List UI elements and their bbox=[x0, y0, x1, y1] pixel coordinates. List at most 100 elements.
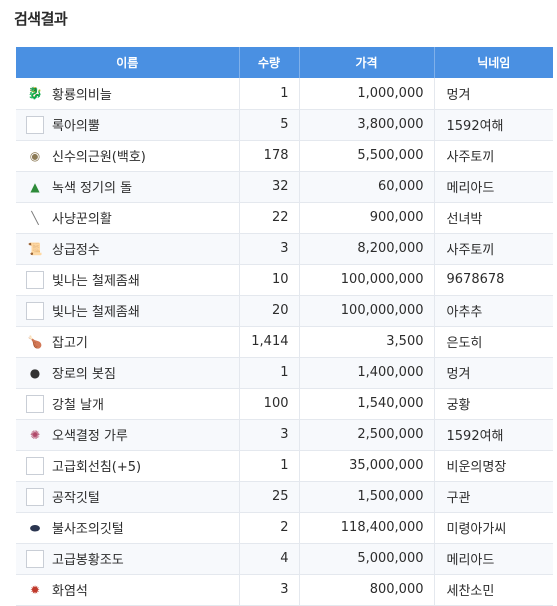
table-row[interactable]: 강철 날개 100 1,540,000 궁황 bbox=[16, 388, 553, 420]
item-price: 3,500 bbox=[299, 326, 435, 358]
table-row[interactable]: ✹ 화염석 3 800,000 세찬소민 bbox=[16, 574, 553, 606]
header-price[interactable]: 가격 bbox=[299, 47, 435, 78]
item-name-cell: 🍗 잡고기 bbox=[16, 326, 240, 358]
table-row[interactable]: 고급회선침(+5) 1 35,000,000 비운의명장 bbox=[16, 450, 553, 482]
item-name[interactable]: 오색결정 가루 bbox=[52, 429, 128, 444]
item-name-cell: ◉ 신수의근원(백호) bbox=[16, 140, 240, 172]
table-row[interactable]: ⬬ 불사조의깃털 2 118,400,000 미령아가씨 bbox=[16, 512, 553, 544]
scale-icon: 🐉 bbox=[27, 86, 43, 101]
item-quantity: 25 bbox=[239, 481, 300, 513]
seller-nickname[interactable]: 아추추 bbox=[434, 295, 553, 327]
item-quantity: 178 bbox=[239, 140, 300, 172]
table-row[interactable]: 빛나는 철제좀쇄 10 100,000,000 9678678 bbox=[16, 264, 553, 296]
item-quantity: 2 bbox=[239, 512, 300, 544]
empty-icon bbox=[26, 301, 44, 320]
item-price: 800,000 bbox=[299, 574, 435, 606]
item-name-cell: ⬬ 불사조의깃털 bbox=[16, 512, 240, 544]
item-name[interactable]: 화염석 bbox=[52, 584, 88, 599]
item-name[interactable]: 빛나는 철제좀쇄 bbox=[52, 274, 140, 289]
seller-nickname[interactable]: 비운의명장 bbox=[434, 450, 553, 482]
meat-icon: 🍗 bbox=[27, 334, 43, 349]
seller-nickname[interactable]: 1592여해 bbox=[434, 109, 553, 141]
item-name[interactable]: 녹색 정기의 돌 bbox=[52, 181, 132, 196]
item-name[interactable]: 공작깃털 bbox=[52, 491, 100, 506]
item-name-cell: 빛나는 철제좀쇄 bbox=[16, 264, 240, 296]
coin-icon: ◉ bbox=[29, 148, 41, 163]
item-name[interactable]: 장로의 봇짐 bbox=[52, 367, 116, 382]
item-name-cell: 고급회선침(+5) bbox=[16, 450, 240, 482]
table-row[interactable]: 📜 상급정수 3 8,200,000 사주토끼 bbox=[16, 233, 553, 265]
seller-nickname[interactable]: 멍겨 bbox=[434, 357, 553, 389]
table-header-row: 이름 수량 가격 닉네임 bbox=[16, 47, 553, 78]
item-quantity: 3 bbox=[239, 419, 300, 451]
table-row[interactable]: ▲ 녹색 정기의 돌 32 60,000 메리아드 bbox=[16, 171, 553, 203]
table-row[interactable]: 빛나는 철제좀쇄 20 100,000,000 아추추 bbox=[16, 295, 553, 327]
item-name[interactable]: 고급회선침(+5) bbox=[52, 460, 141, 475]
item-price: 900,000 bbox=[299, 202, 435, 234]
header-quantity[interactable]: 수량 bbox=[239, 47, 300, 78]
table-row[interactable]: 록아의뿔 5 3,800,000 1592여해 bbox=[16, 109, 553, 141]
item-name[interactable]: 잡고기 bbox=[52, 336, 88, 351]
item-name-cell: ● 장로의 봇짐 bbox=[16, 357, 240, 389]
empty-icon bbox=[26, 549, 44, 568]
header-name[interactable]: 이름 bbox=[16, 47, 240, 78]
item-price: 60,000 bbox=[299, 171, 435, 203]
seller-nickname[interactable]: 세찬소민 bbox=[434, 574, 553, 606]
empty-icon bbox=[26, 115, 44, 134]
seller-nickname[interactable]: 메리아드 bbox=[434, 543, 553, 575]
seller-nickname[interactable]: 1592여해 bbox=[434, 419, 553, 451]
table-row[interactable]: ✺ 오색결정 가루 3 2,500,000 1592여해 bbox=[16, 419, 553, 451]
item-name[interactable]: 황룡의비늘 bbox=[52, 88, 112, 103]
seller-nickname[interactable]: 사주토끼 bbox=[434, 233, 553, 265]
scroll-icon: 📜 bbox=[27, 241, 43, 256]
empty-icon bbox=[26, 456, 44, 475]
seller-nickname[interactable]: 9678678 bbox=[434, 264, 553, 296]
table-row[interactable]: 공작깃털 25 1,500,000 구관 bbox=[16, 481, 553, 513]
item-name-cell: ✺ 오색결정 가루 bbox=[16, 419, 240, 451]
item-name-cell: 공작깃털 bbox=[16, 481, 240, 513]
table-row[interactable]: 🐉 황룡의비늘 1 1,000,000 멍겨 bbox=[16, 78, 553, 110]
powder-icon: ✺ bbox=[29, 427, 41, 442]
item-price: 1,500,000 bbox=[299, 481, 435, 513]
item-name-cell: 고급봉황조도 bbox=[16, 543, 240, 575]
table-row[interactable]: ◉ 신수의근원(백호) 178 5,500,000 사주토끼 bbox=[16, 140, 553, 172]
table-row[interactable]: 고급봉황조도 4 5,000,000 메리아드 bbox=[16, 543, 553, 575]
item-name[interactable]: 불사조의깃털 bbox=[52, 522, 124, 537]
item-name[interactable]: 사냥꾼의활 bbox=[52, 212, 112, 227]
pouch-icon: ● bbox=[29, 365, 41, 380]
seller-nickname[interactable]: 멍겨 bbox=[434, 78, 553, 110]
item-price: 100,000,000 bbox=[299, 264, 435, 296]
item-name[interactable]: 빛나는 철제좀쇄 bbox=[52, 305, 140, 320]
page-title: 검색결과 bbox=[14, 10, 68, 28]
seller-nickname[interactable]: 은도히 bbox=[434, 326, 553, 358]
item-quantity: 1 bbox=[239, 78, 300, 110]
seller-nickname[interactable]: 메리아드 bbox=[434, 171, 553, 203]
table-row[interactable]: ╲ 사냥꾼의활 22 900,000 선녀박 bbox=[16, 202, 553, 234]
item-name[interactable]: 강철 날개 bbox=[52, 398, 104, 413]
seller-nickname[interactable]: 사주토끼 bbox=[434, 140, 553, 172]
item-name[interactable]: 고급봉황조도 bbox=[52, 553, 124, 568]
item-name[interactable]: 신수의근원(백호) bbox=[52, 150, 146, 165]
item-price: 1,540,000 bbox=[299, 388, 435, 420]
seller-nickname[interactable]: 선녀박 bbox=[434, 202, 553, 234]
empty-icon bbox=[26, 270, 44, 289]
table-row[interactable]: ● 장로의 봇짐 1 1,400,000 멍겨 bbox=[16, 357, 553, 389]
item-quantity: 3 bbox=[239, 574, 300, 606]
item-name-cell: 📜 상급정수 bbox=[16, 233, 240, 265]
seller-nickname[interactable]: 구관 bbox=[434, 481, 553, 513]
item-quantity: 4 bbox=[239, 543, 300, 575]
table-row[interactable]: 🍗 잡고기 1,414 3,500 은도히 bbox=[16, 326, 553, 358]
item-name[interactable]: 상급정수 bbox=[52, 243, 100, 258]
item-price: 5,000,000 bbox=[299, 543, 435, 575]
item-name-cell: ✹ 화염석 bbox=[16, 574, 240, 606]
dark-feather-icon: ⬬ bbox=[29, 520, 41, 535]
item-quantity: 5 bbox=[239, 109, 300, 141]
item-name[interactable]: 록아의뿔 bbox=[52, 119, 100, 134]
seller-nickname[interactable]: 궁황 bbox=[434, 388, 553, 420]
empty-icon bbox=[26, 394, 44, 413]
item-price: 118,400,000 bbox=[299, 512, 435, 544]
item-quantity: 1,414 bbox=[239, 326, 300, 358]
item-quantity: 20 bbox=[239, 295, 300, 327]
header-nickname[interactable]: 닉네임 bbox=[434, 47, 553, 78]
seller-nickname[interactable]: 미령아가씨 bbox=[434, 512, 553, 544]
